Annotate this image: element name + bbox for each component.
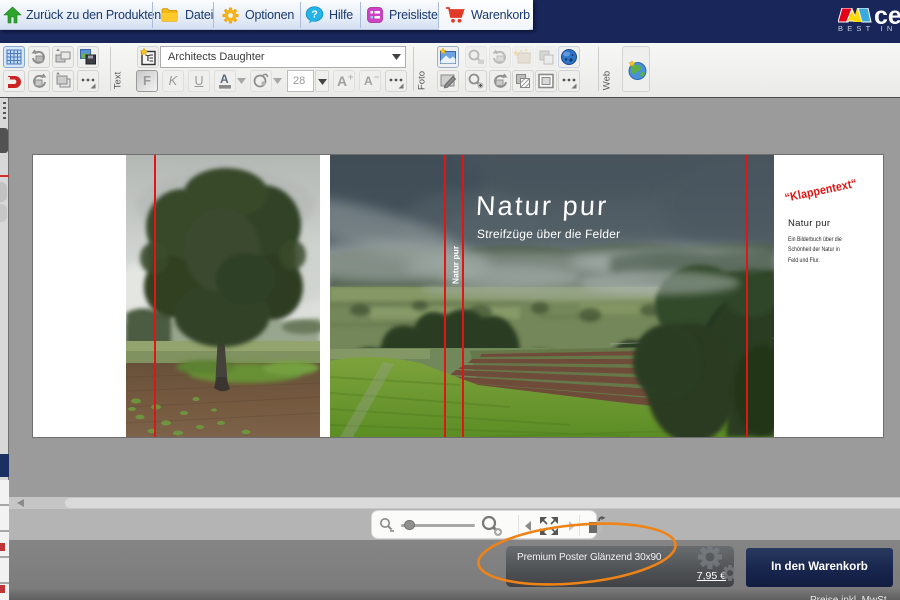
svg-text:A: A — [364, 74, 373, 88]
svg-text:+: + — [348, 72, 353, 82]
svg-text:A: A — [337, 73, 347, 89]
svg-text:−: − — [374, 72, 379, 82]
svg-text:?: ? — [311, 8, 317, 20]
svg-text:A: A — [220, 72, 229, 86]
